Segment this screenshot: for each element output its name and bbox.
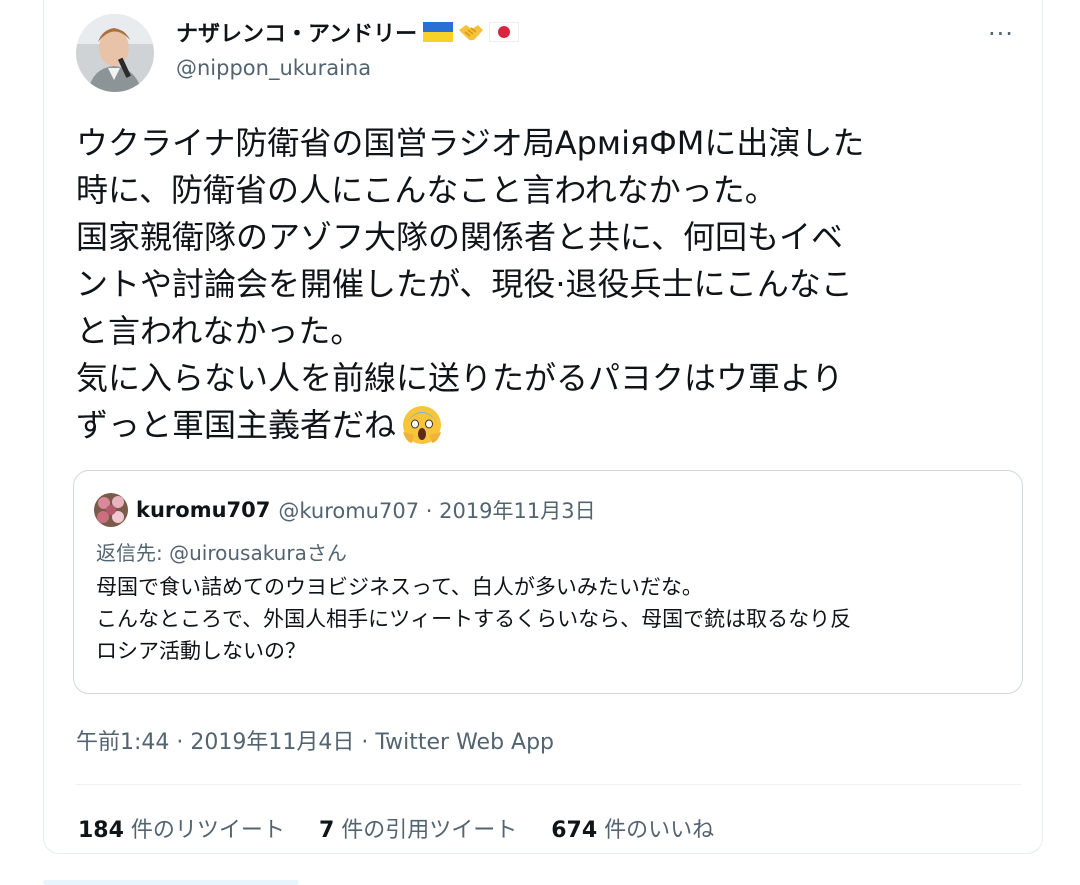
tweet-text: ウクライナ防衛省の国営ラジオ局АрміяФМに出演した 時に、防衛省の人にこんな… bbox=[76, 120, 1016, 449]
ukraine-flag-icon bbox=[423, 22, 454, 42]
quoted-tweet-text: 母国で食い詰めてのウヨビジネスって、白人が多いみたいだな。 こんなところで、外国… bbox=[96, 571, 1006, 667]
quoted-text-line: こんなところで、外国人相手にツィートするくらいなら、母国で銃は取るなり反 bbox=[96, 607, 852, 631]
more-options-icon[interactable]: ··· bbox=[988, 20, 1014, 48]
quoted-author-name: kuromu707 bbox=[136, 498, 271, 522]
author-flags bbox=[423, 20, 520, 44]
tweet-stats: 184 件のリツイート 7 件の引用ツイート 674 件のいいね bbox=[78, 812, 714, 844]
quotes-stat[interactable]: 7 件の引用ツイート bbox=[319, 812, 517, 844]
author-avatar[interactable] bbox=[76, 14, 154, 92]
reply-prefix: 返信先: bbox=[96, 541, 170, 565]
tweet-text-line: と言われなかった。 bbox=[76, 312, 363, 350]
quoted-author-meta: @kuromu707 · 2019年11月3日 bbox=[278, 499, 596, 523]
tweet-text-line-last: ずっと軍国主義者だね bbox=[76, 402, 1016, 449]
quoted-text-line: 母国で食い詰めてのウヨビジネスって、白人が多いみたいだな。 bbox=[96, 575, 703, 599]
tweet-text-line: ントや討論会を開催したが、現役·退役兵士にこんなこ bbox=[76, 265, 853, 303]
tweet-text-line: ウクライナ防衛省の国営ラジオ局АрміяФМに出演した bbox=[76, 124, 865, 162]
author-handle[interactable]: @nippon_ukuraina bbox=[176, 56, 371, 80]
reply-to-line: 返信先: @uirousakuraさん bbox=[96, 537, 347, 566]
retweets-count: 184 bbox=[78, 818, 124, 843]
reply-suffix: さん bbox=[306, 541, 347, 565]
reply-mention-link[interactable]: @uirousakura bbox=[169, 541, 307, 565]
tweet-text-line: 気に入らない人を前線に送りたがるパヨクはウ軍より bbox=[76, 359, 844, 397]
quoted-text-line: ロシア活動しないの？ bbox=[96, 639, 306, 663]
quoted-tweet[interactable]: kuromu707 @kuromu707 · 2019年11月3日 返信先: @… bbox=[73, 470, 1023, 694]
tweet-text-line: 時に、防衛省の人にこんなこと言われなかった。 bbox=[76, 171, 777, 209]
author-name[interactable]: ナザレンコ・アンドリー bbox=[176, 16, 417, 48]
quoted-tweet-header: kuromu707 @kuromu707 · 2019年11月3日 bbox=[94, 493, 596, 527]
retweets-label: 件のリツイート bbox=[123, 818, 285, 843]
likes-label: 件のいいね bbox=[597, 818, 715, 843]
tweet-timestamp[interactable]: 午前1:44 · 2019年11月4日 · Twitter Web App bbox=[76, 724, 554, 756]
next-element-edge bbox=[43, 880, 299, 885]
tweet-text-line: 国家親衛隊のアゾフ大隊の関係者と共に、何回もイベ bbox=[76, 218, 844, 256]
likes-count: 674 bbox=[551, 818, 598, 843]
tweet-text-line: ずっと軍国主義者だね bbox=[76, 406, 397, 444]
quotes-label: 件の引用ツイート bbox=[334, 818, 518, 843]
retweets-stat[interactable]: 184 件のリツイート bbox=[78, 812, 285, 844]
handshake-icon bbox=[459, 25, 484, 41]
divider bbox=[76, 784, 1022, 785]
screaming-face-icon bbox=[403, 406, 442, 444]
quotes-count: 7 bbox=[318, 818, 335, 843]
japan-flag-icon bbox=[489, 22, 520, 42]
likes-stat[interactable]: 674 件のいいね bbox=[551, 812, 714, 844]
author-name-row[interactable]: ナザレンコ・アンドリー bbox=[176, 16, 520, 48]
quoted-author-avatar bbox=[94, 493, 128, 527]
